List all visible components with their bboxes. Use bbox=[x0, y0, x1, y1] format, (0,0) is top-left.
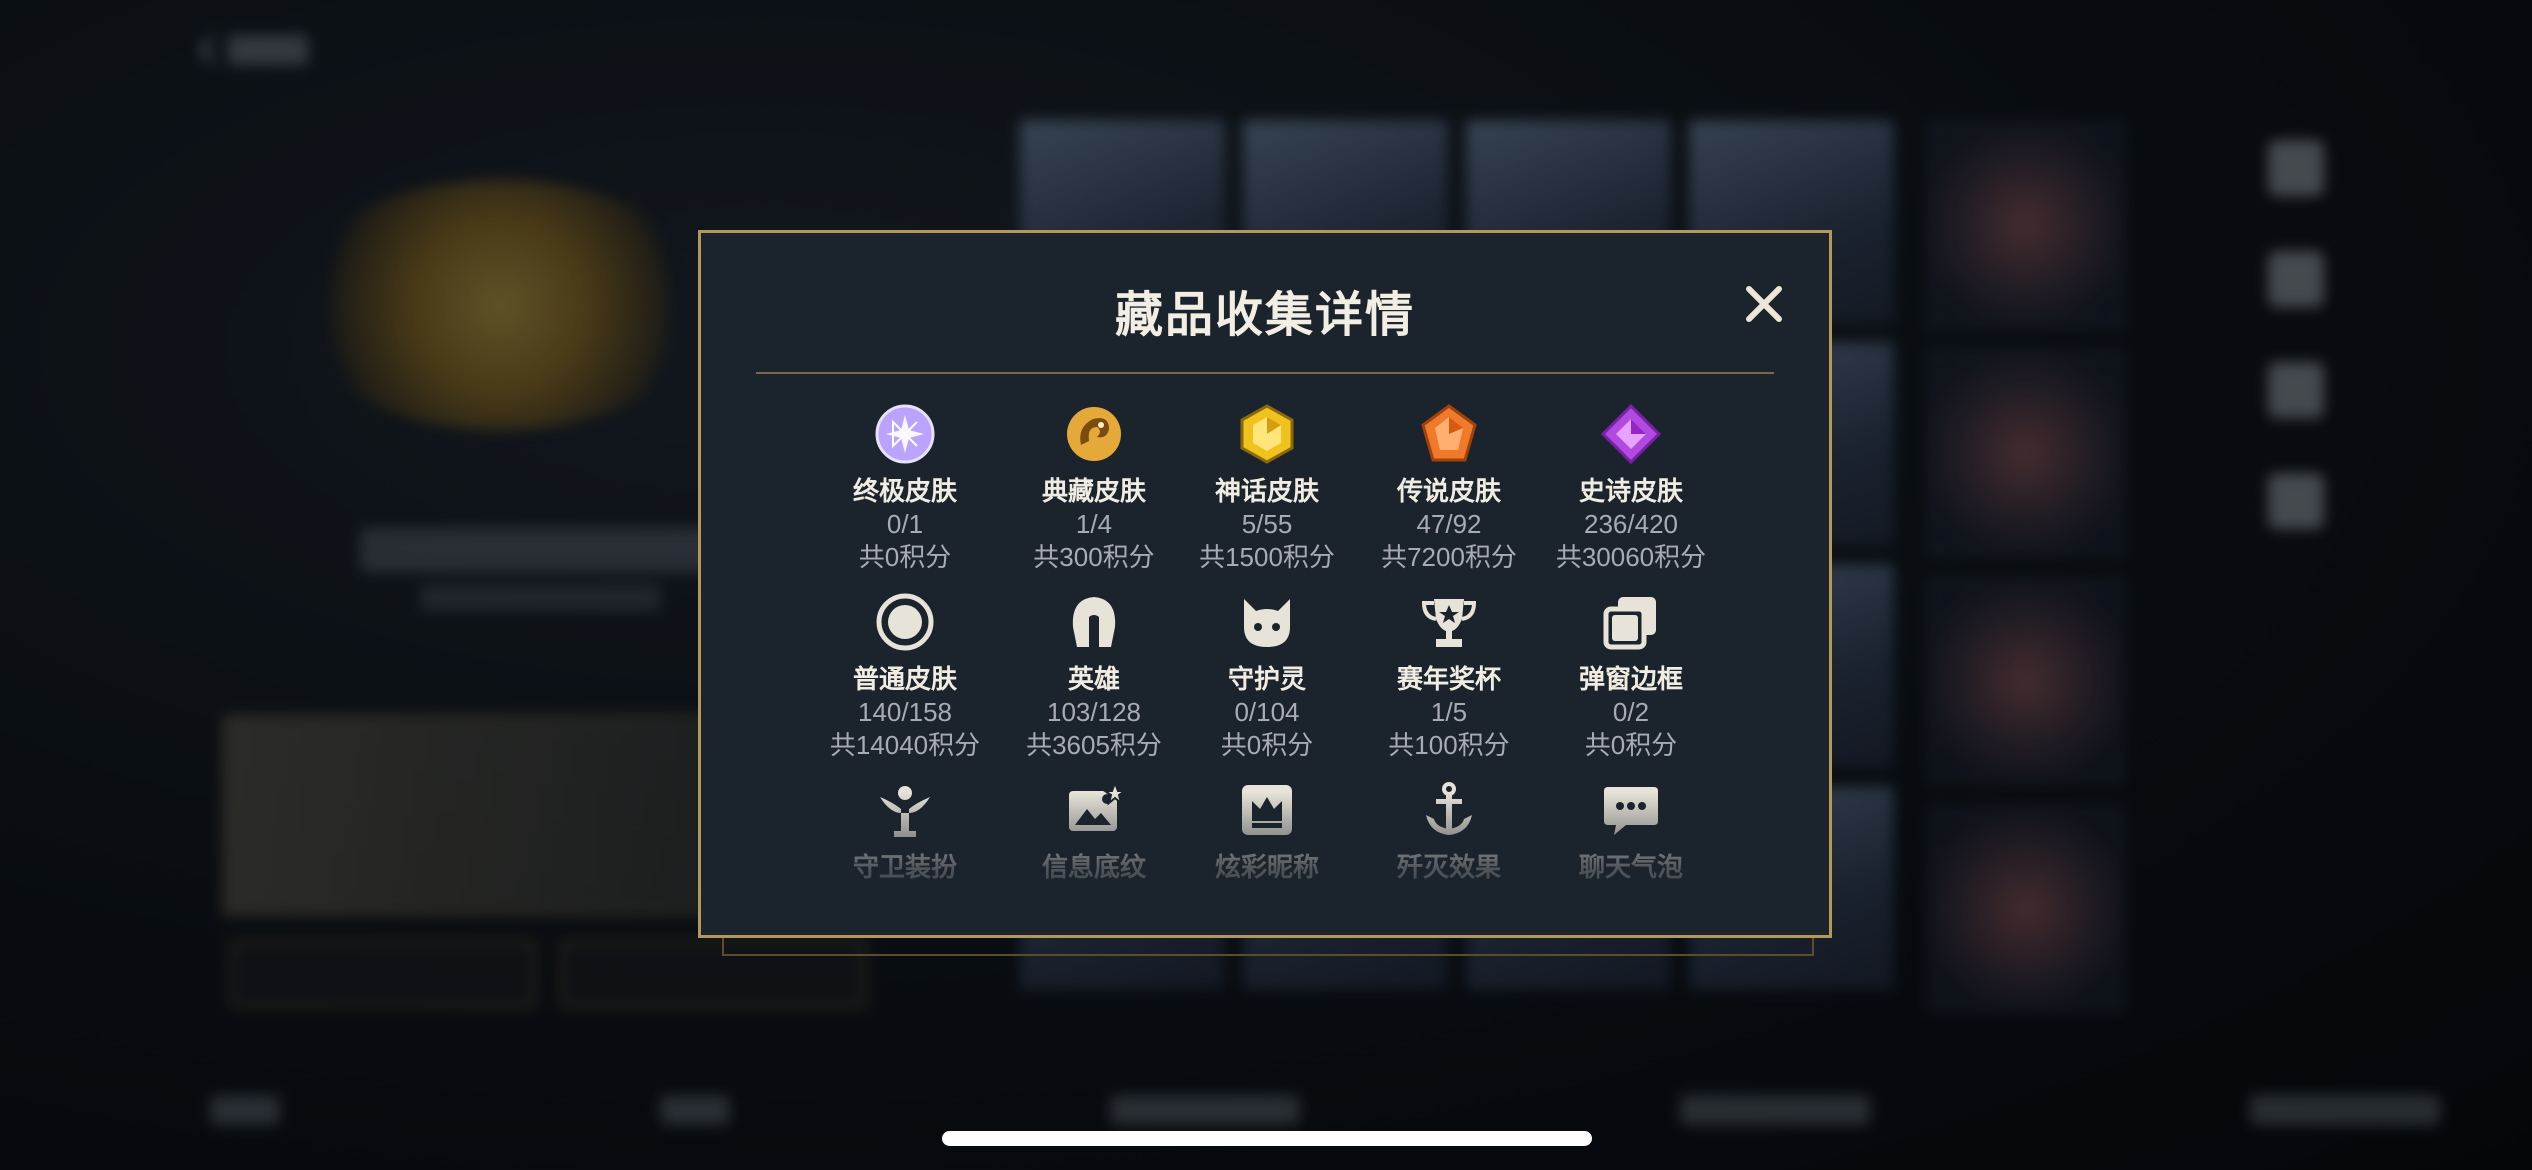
close-icon bbox=[1746, 286, 1782, 322]
modal-title: 藏品收集详情 bbox=[1114, 289, 1415, 342]
category-name: 守卫装扮 bbox=[852, 852, 957, 882]
collection-category-item[interactable]: 史诗皮肤 236/420 共30060积分 bbox=[1541, 403, 1721, 573]
category-count: 236/420 bbox=[1584, 509, 1678, 539]
category-name: 歼灭效果 bbox=[1396, 852, 1501, 882]
treasure-skin-dragon-icon bbox=[1067, 407, 1121, 461]
category-points: 共0积分 bbox=[1584, 730, 1678, 760]
category-count: 0/2 bbox=[1612, 697, 1650, 727]
title-divider bbox=[756, 372, 1774, 374]
category-name: 传说皮肤 bbox=[1396, 476, 1501, 506]
collection-category-item[interactable]: 守卫装扮 bbox=[815, 779, 995, 883]
category-name: 终极皮肤 bbox=[852, 476, 957, 506]
collection-category-item[interactable]: 神话皮肤 5/55 共1500积分 bbox=[1177, 403, 1357, 573]
collection-row: 守卫装扮 信息底纹 炫彩昵称 歼灭效果 聊天气泡 bbox=[701, 779, 1829, 903]
chat-bubble-icon bbox=[1604, 787, 1658, 835]
category-count: 1/4 bbox=[1075, 509, 1113, 539]
category-name: 赛年奖杯 bbox=[1396, 664, 1501, 694]
collection-category-item[interactable]: 赛年奖杯 1/5 共100积分 bbox=[1359, 591, 1539, 761]
popup-frame-icon bbox=[1603, 597, 1656, 650]
category-points: 共300积分 bbox=[1033, 542, 1155, 572]
epic-skin-gem-icon bbox=[1600, 403, 1662, 465]
collection-row: 普通皮肤 140/158 共14040积分 英雄 103/128 共3605积分 守护灵 0/… bbox=[701, 591, 1829, 771]
collection-category-item[interactable]: 典藏皮肤 1/4 共300积分 bbox=[1004, 403, 1184, 573]
category-points: 共0积分 bbox=[1220, 730, 1314, 760]
category-name: 信息底纹 bbox=[1041, 852, 1146, 882]
collection-category-item[interactable]: 英雄 103/128 共3605积分 bbox=[1004, 591, 1184, 761]
category-name: 炫彩昵称 bbox=[1214, 852, 1319, 882]
ultimate-skin-gem-icon bbox=[875, 404, 935, 464]
category-name: 英雄 bbox=[1067, 664, 1120, 694]
category-count: 0/1 bbox=[886, 509, 924, 539]
close-button[interactable] bbox=[1741, 281, 1787, 327]
category-name: 弹窗边框 bbox=[1578, 664, 1683, 694]
home-indicator[interactable] bbox=[942, 1131, 1592, 1146]
category-count: 103/128 bbox=[1047, 697, 1141, 727]
category-points: 共3605积分 bbox=[1026, 730, 1162, 760]
category-points: 共1500积分 bbox=[1199, 542, 1335, 572]
category-name: 典藏皮肤 bbox=[1041, 476, 1146, 506]
ward-skin-icon bbox=[880, 786, 930, 837]
collection-category-item[interactable]: 炫彩昵称 bbox=[1177, 779, 1357, 883]
collection-row: 终极皮肤 0/1 共0积分 典藏皮肤 1/4 共300积分 神话皮肤 5/55 共1500积分传… bbox=[701, 403, 1829, 583]
category-name: 守护灵 bbox=[1227, 664, 1306, 694]
collection-category-item[interactable]: 弹窗边框 0/2 共0积分 bbox=[1541, 591, 1721, 761]
category-count: 1/5 bbox=[1430, 697, 1468, 727]
elimination-effect-icon bbox=[1426, 782, 1472, 835]
category-points: 共30060积分 bbox=[1555, 542, 1707, 572]
collection-category-item[interactable]: 普通皮肤 140/158 共14040积分 bbox=[815, 591, 995, 761]
collection-category-item[interactable]: 聊天气泡 bbox=[1541, 779, 1721, 883]
collection-category-item[interactable]: 歼灭效果 bbox=[1359, 779, 1539, 883]
hero-helmet-icon bbox=[1072, 597, 1116, 647]
category-points: 共14040积分 bbox=[829, 730, 981, 760]
collection-category-item[interactable]: 守护灵 0/104 共0积分 bbox=[1177, 591, 1357, 761]
category-count: 5/55 bbox=[1241, 509, 1293, 539]
category-name: 史诗皮肤 bbox=[1578, 476, 1683, 506]
collection-category-item[interactable]: 终极皮肤 0/1 共0积分 bbox=[815, 403, 995, 573]
collection-details-modal: 藏品收集详情 终极皮肤 0/1 共0积分 典藏皮肤 1/4 共300积分 神话皮肤 5/55 共… bbox=[698, 230, 1832, 938]
collection-category-item[interactable]: 传说皮肤 47/92 共7200积分 bbox=[1359, 403, 1539, 573]
category-points: 共0积分 bbox=[858, 542, 952, 572]
legend-skin-gem-icon bbox=[1421, 404, 1477, 462]
category-name: 神话皮肤 bbox=[1214, 476, 1319, 506]
category-name: 聊天气泡 bbox=[1578, 852, 1683, 882]
category-count: 0/104 bbox=[1234, 697, 1300, 727]
colorful-nickname-icon bbox=[1242, 785, 1292, 835]
category-points: 共7200积分 bbox=[1381, 542, 1517, 572]
category-count: 140/158 bbox=[858, 697, 952, 727]
collection-category-item[interactable]: 信息底纹 bbox=[1004, 779, 1184, 883]
info-background-icon bbox=[1069, 780, 1125, 831]
category-points: 共100积分 bbox=[1388, 730, 1510, 760]
normal-skin-circle-icon bbox=[876, 593, 934, 651]
collection-grid: 终极皮肤 0/1 共0积分 典藏皮肤 1/4 共300积分 神话皮肤 5/55 共1500积分传… bbox=[701, 403, 1829, 903]
category-count: 47/92 bbox=[1416, 509, 1482, 539]
category-name: 普通皮肤 bbox=[852, 664, 957, 694]
season-trophy-icon bbox=[1421, 599, 1477, 647]
guardian-spirit-icon bbox=[1244, 599, 1290, 647]
mythic-skin-gem-icon bbox=[1240, 404, 1294, 464]
